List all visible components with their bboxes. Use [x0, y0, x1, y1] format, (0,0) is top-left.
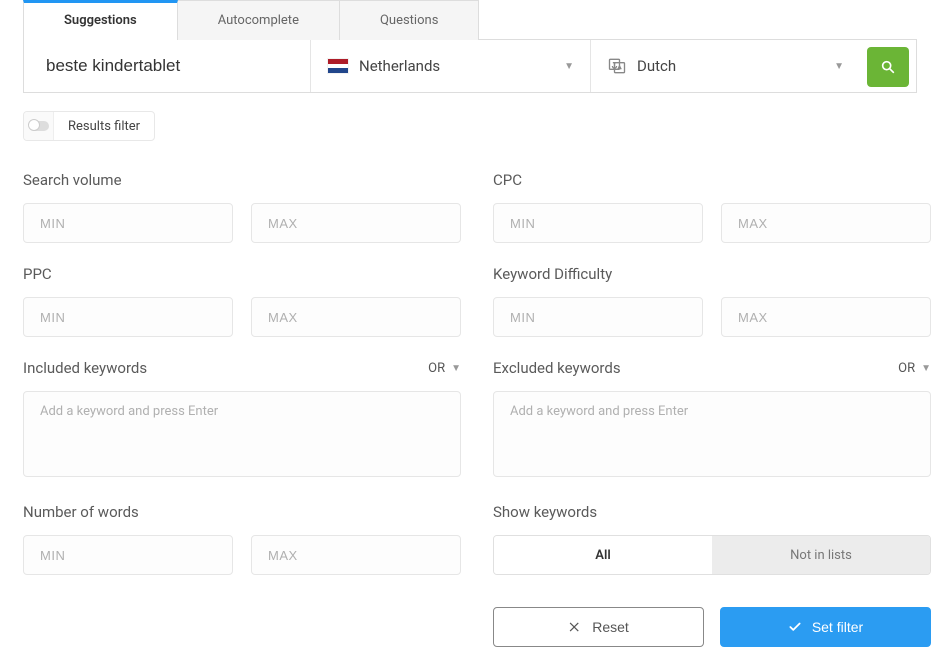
show-keywords-segmented: All Not in lists [493, 535, 931, 575]
button-label: Set filter [812, 619, 863, 635]
filter-label: Included keywords [23, 359, 147, 377]
tab-label: Suggestions [64, 13, 137, 28]
cpc-min[interactable] [493, 203, 703, 243]
seg-label: Not in lists [790, 548, 852, 563]
tab-questions[interactable]: Questions [340, 0, 479, 40]
seg-label: All [595, 548, 610, 563]
filter-keyword-difficulty: Keyword Difficulty [493, 265, 931, 337]
keyword-input[interactable] [24, 40, 310, 92]
search-button[interactable] [867, 47, 909, 87]
tab-suggestions[interactable]: Suggestions [23, 0, 178, 40]
filter-ppc: PPC [23, 265, 461, 337]
filter-label: Number of words [23, 503, 139, 521]
filter-search-volume: Search volume [23, 171, 461, 243]
check-icon [788, 620, 802, 634]
cpc-max[interactable] [721, 203, 931, 243]
ppc-max[interactable] [251, 297, 461, 337]
chevron-down-icon: ▼ [451, 363, 461, 374]
keyword-difficulty-min[interactable] [493, 297, 703, 337]
keyword-difficulty-max[interactable] [721, 297, 931, 337]
tab-label: Autocomplete [218, 13, 299, 28]
language-select-value: Dutch [637, 57, 834, 75]
show-keywords-all[interactable]: All [494, 536, 712, 574]
num-words-max[interactable] [251, 535, 461, 575]
filter-show-keywords: Show keywords All Not in lists [493, 503, 931, 575]
logic-value: OR [428, 361, 445, 376]
filter-label: Keyword Difficulty [493, 265, 612, 283]
results-filter-label: Results filter [54, 119, 154, 134]
filter-actions: Reset Set filter [493, 607, 931, 647]
filter-number-of-words: Number of words [23, 503, 461, 575]
filter-excluded-keywords: Excluded keywords OR ▼ [493, 359, 931, 481]
chevron-down-icon: ▼ [921, 363, 931, 374]
filter-label: Search volume [23, 171, 122, 189]
included-logic-select[interactable]: OR ▼ [428, 361, 461, 376]
tabs: Suggestions Autocomplete Questions [23, 0, 917, 40]
set-filter-button[interactable]: Set filter [720, 607, 931, 647]
filter-label: CPC [493, 171, 522, 189]
chevron-down-icon: ▼ [834, 61, 844, 72]
results-filter-toggle[interactable]: Results filter [23, 111, 155, 141]
country-select-value: Netherlands [359, 57, 564, 75]
search-row: Netherlands ▼ Dutch ▼ [23, 39, 917, 93]
num-words-min[interactable] [23, 535, 233, 575]
close-icon [568, 620, 582, 634]
filters-grid: Search volume CPC PPC Keyword Difficulty [23, 171, 917, 647]
search-volume-max[interactable] [251, 203, 461, 243]
filter-label: PPC [23, 265, 52, 283]
excluded-keywords-input[interactable] [493, 391, 931, 477]
ppc-min[interactable] [23, 297, 233, 337]
flag-nl-icon [327, 58, 349, 74]
language-select[interactable]: Dutch ▼ [590, 40, 860, 92]
tab-autocomplete[interactable]: Autocomplete [178, 0, 340, 40]
results-filter-row: Results filter [23, 111, 917, 141]
filter-cpc: CPC [493, 171, 931, 243]
button-label: Reset [592, 619, 629, 635]
search-volume-min[interactable] [23, 203, 233, 243]
search-icon [880, 59, 896, 75]
logic-value: OR [898, 361, 915, 376]
filter-label: Excluded keywords [493, 359, 621, 377]
toggle-switch[interactable] [24, 111, 54, 141]
reset-button[interactable]: Reset [493, 607, 704, 647]
excluded-logic-select[interactable]: OR ▼ [898, 361, 931, 376]
chevron-down-icon: ▼ [564, 61, 574, 72]
show-keywords-not-in-lists[interactable]: Not in lists [712, 536, 930, 574]
included-keywords-input[interactable] [23, 391, 461, 477]
tab-label: Questions [380, 13, 438, 28]
filter-label: Show keywords [493, 503, 597, 521]
language-icon [607, 56, 627, 76]
filter-included-keywords: Included keywords OR ▼ [23, 359, 461, 481]
country-select[interactable]: Netherlands ▼ [310, 40, 590, 92]
